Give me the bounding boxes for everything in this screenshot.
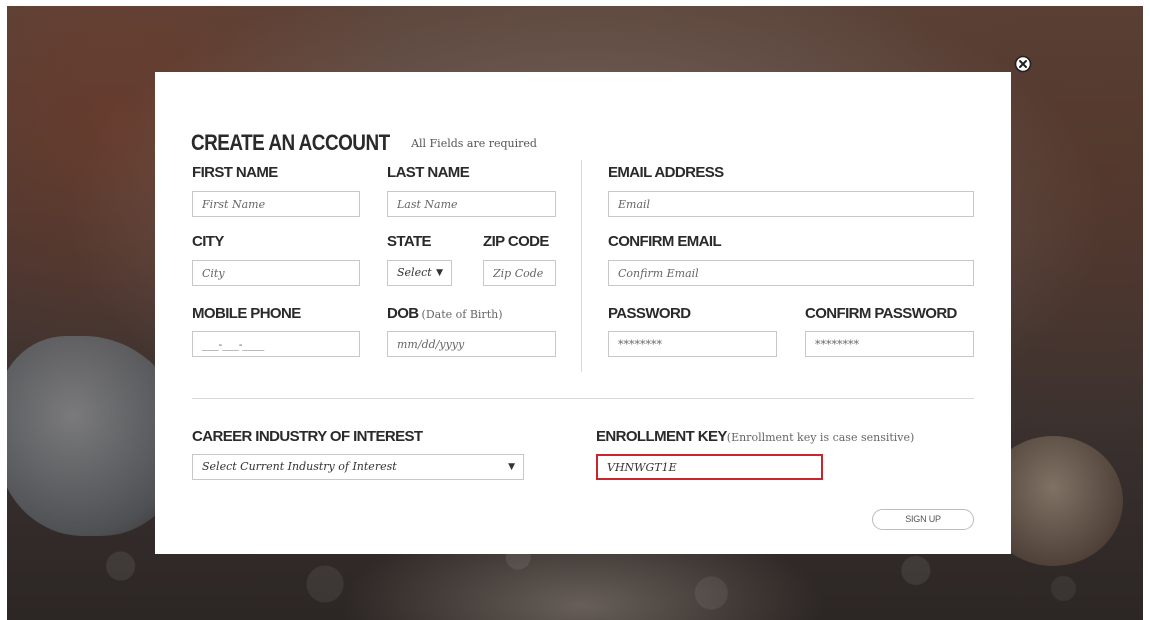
caret-down-icon: ▼ xyxy=(508,462,515,472)
caret-down-icon: ▼ xyxy=(436,268,443,278)
last-name-input[interactable] xyxy=(387,191,556,217)
zip-code-input[interactable] xyxy=(483,260,556,286)
mobile-phone-label: MOBILE PHONE xyxy=(192,305,301,322)
confirm-password-input[interactable] xyxy=(805,331,974,357)
confirm-email-input[interactable] xyxy=(608,260,974,286)
dob-label-text: DOB xyxy=(387,305,419,322)
state-select-value: Select xyxy=(397,266,432,279)
create-account-modal: CREATE AN ACCOUNT All Fields are require… xyxy=(155,72,1011,554)
enrollment-key-label: ENROLLMENT KEY(Enrollment key is case se… xyxy=(596,428,914,445)
page: CREATE AN ACCOUNT All Fields are require… xyxy=(0,0,1150,620)
modal-title: CREATE AN ACCOUNT All Fields are require… xyxy=(191,130,537,156)
state-label: STATE xyxy=(387,233,432,250)
dob-input[interactable] xyxy=(387,331,556,357)
email-input[interactable] xyxy=(608,191,974,217)
email-label: EMAIL ADDRESS xyxy=(608,164,724,181)
password-label: PASSWORD xyxy=(608,305,691,322)
first-name-input[interactable] xyxy=(192,191,360,217)
enrollment-key-note: (Enrollment key is case sensitive) xyxy=(726,431,915,444)
career-industry-select[interactable]: Select Current Industry of Interest ▼ xyxy=(192,454,524,480)
confirm-email-label: CONFIRM EMAIL xyxy=(608,233,722,250)
dob-label: DOB (Date of Birth) xyxy=(387,305,503,322)
password-input[interactable] xyxy=(608,331,777,357)
confirm-password-label: CONFIRM PASSWORD xyxy=(805,305,957,322)
mobile-phone-input[interactable] xyxy=(192,331,360,357)
first-name-label: FIRST NAME xyxy=(192,164,278,181)
column-divider xyxy=(581,160,582,372)
enrollment-key-label-text: ENROLLMENT KEY xyxy=(596,428,727,445)
career-industry-select-value: Select Current Industry of Interest xyxy=(202,460,397,473)
career-industry-label: CAREER INDUSTRY OF INTEREST xyxy=(192,428,423,445)
enrollment-key-input[interactable] xyxy=(596,454,823,480)
sign-up-button[interactable]: SIGN UP xyxy=(872,509,974,530)
close-icon[interactable] xyxy=(1014,55,1032,73)
section-divider xyxy=(192,398,974,399)
state-select[interactable]: Select ▼ xyxy=(387,260,452,286)
dob-note: (Date of Birth) xyxy=(421,308,503,321)
city-input[interactable] xyxy=(192,260,360,286)
last-name-label: LAST NAME xyxy=(387,164,470,181)
page-title: CREATE AN ACCOUNT xyxy=(191,130,390,155)
zip-code-label: ZIP CODE xyxy=(483,233,549,250)
city-label: CITY xyxy=(192,233,224,250)
required-note: All Fields are required xyxy=(411,137,537,150)
